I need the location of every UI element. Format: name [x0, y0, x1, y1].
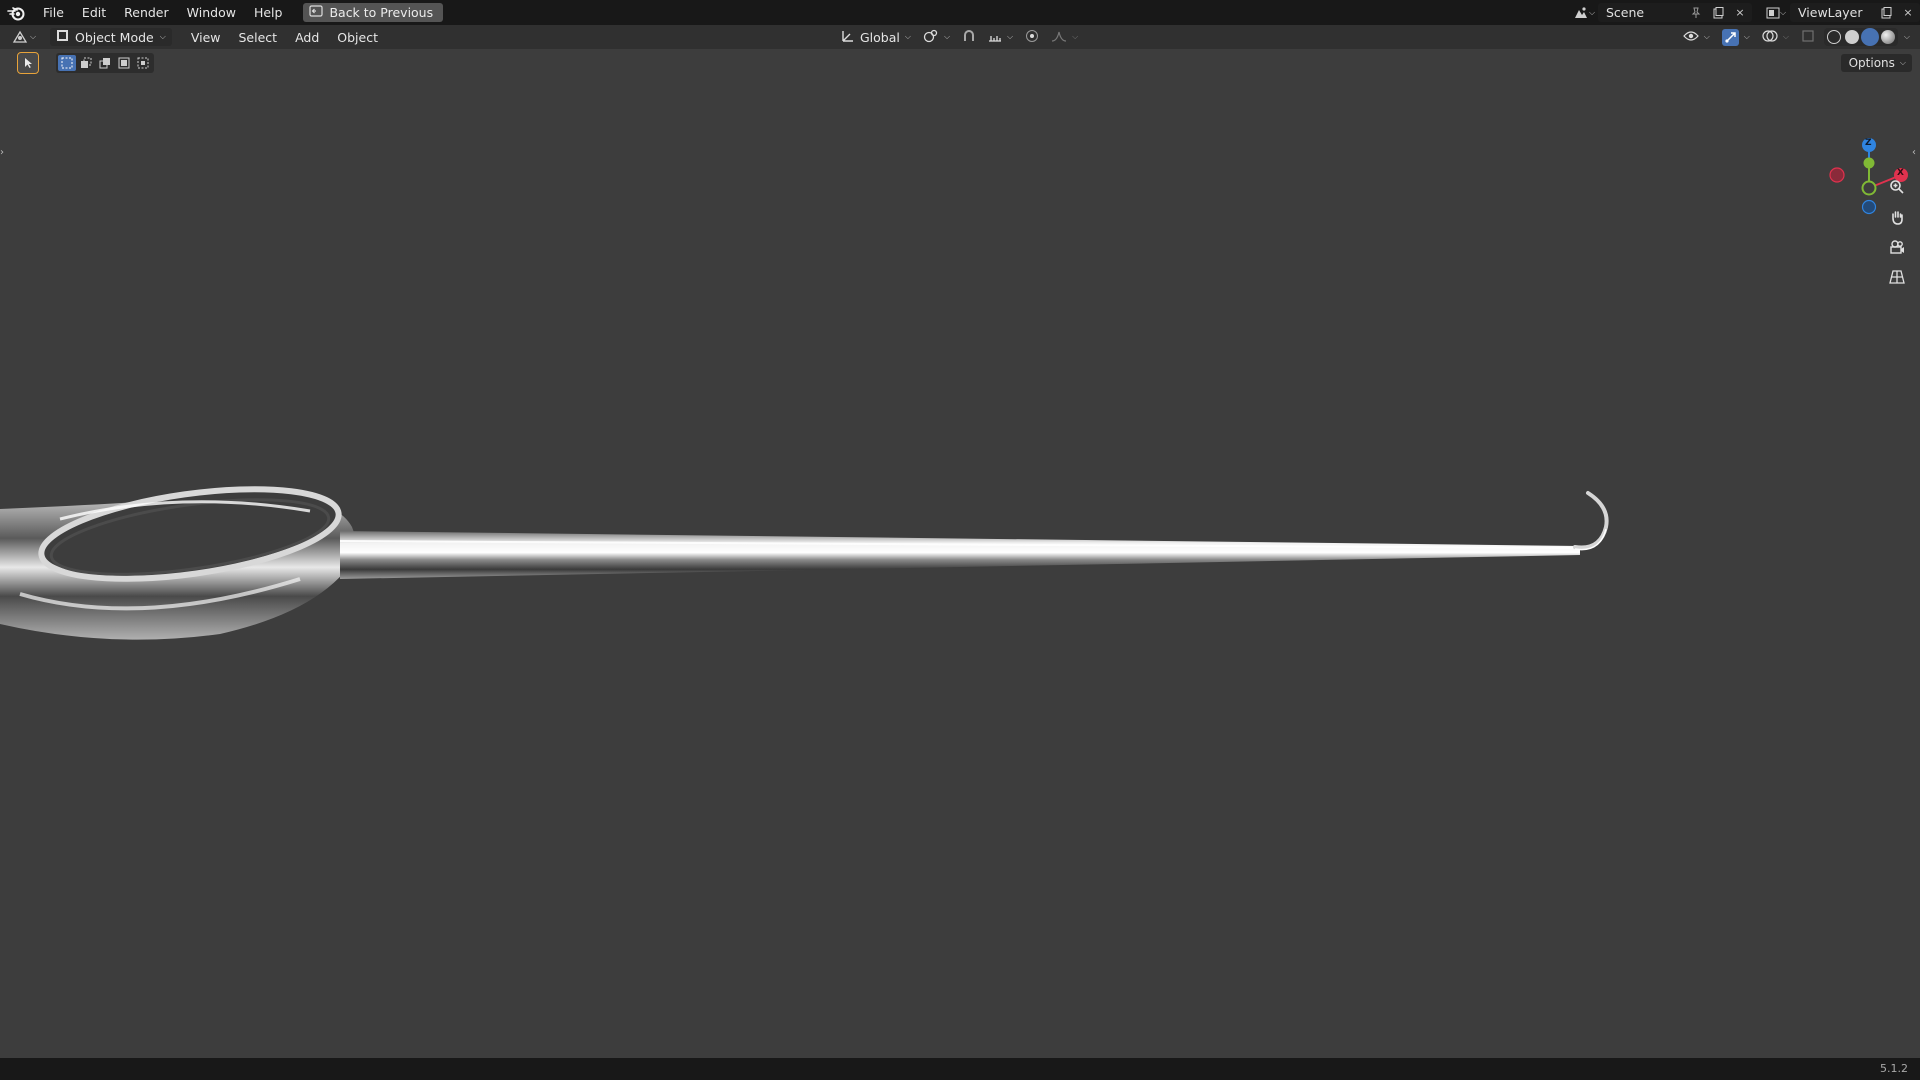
chevron-down-icon: ⌵ — [1007, 32, 1014, 41]
sidebar-expand-icon[interactable]: ‹ — [1912, 147, 1920, 161]
proportional-falloff-dropdown[interactable]: ⌵ — [1048, 28, 1081, 46]
gizmo-z-label: Z — [1865, 138, 1872, 148]
header-menu-add[interactable]: Add — [286, 30, 328, 45]
header-menu-object[interactable]: Object — [328, 30, 387, 45]
viewport-header: ⌵ Object Mode ⌵ View Select Add Object G… — [0, 25, 1920, 49]
version-label: 5.1.2 — [1880, 1062, 1908, 1075]
menu-edit[interactable]: Edit — [73, 0, 115, 25]
object-mode-dropdown[interactable]: Object Mode ⌵ — [50, 28, 172, 46]
grid-perspective-icon[interactable] — [1884, 264, 1910, 290]
solid-shading-icon[interactable] — [1844, 30, 1859, 44]
top-right-selectors: ⌵ Scene × ⌵ ViewLayer × — [1570, 0, 1920, 25]
overlays-icon — [1762, 29, 1778, 46]
proportional-editing-icon — [1025, 29, 1039, 46]
rendered-shading-icon[interactable] — [1880, 30, 1895, 44]
chevron-down-icon: ⌵ — [1703, 32, 1710, 41]
chevron-down-icon: ⌵ — [159, 32, 166, 41]
pivot-icon — [923, 29, 939, 46]
select-extend-icon[interactable] — [77, 55, 95, 71]
options-label: Options — [1848, 56, 1895, 70]
new-view-layer-icon[interactable] — [1878, 5, 1894, 21]
editor-type-icon[interactable]: ⌵ — [12, 30, 42, 44]
material-preview-shading-icon[interactable] — [1862, 30, 1877, 44]
xray-icon — [1801, 29, 1815, 46]
select-invert-icon[interactable] — [115, 55, 133, 71]
menu-file[interactable]: File — [34, 0, 73, 25]
pan-hand-icon[interactable] — [1884, 204, 1910, 230]
new-scene-icon[interactable] — [1710, 5, 1726, 21]
blender-logo-icon[interactable] — [6, 3, 26, 23]
selection-mode-group — [56, 53, 154, 73]
overlays-toggle[interactable]: ⌵ — [1759, 28, 1792, 46]
snap-target-dropdown[interactable]: ⌵ — [985, 28, 1016, 46]
back-to-previous-button[interactable]: Back to Previous — [303, 3, 444, 22]
transform-orientation-label: Global — [860, 29, 900, 45]
status-bar: 5.1.2 — [0, 1058, 1920, 1080]
chevron-down-icon: ⌵ — [1899, 58, 1906, 67]
chevron-down-icon: ⌵ — [1782, 32, 1789, 41]
zoom-icon[interactable] — [1884, 174, 1910, 200]
xray-toggle[interactable] — [1798, 28, 1818, 46]
header-menu-select[interactable]: Select — [230, 30, 287, 45]
3d-viewport[interactable]: › ‹ Z X — [0, 49, 1920, 1058]
object-mode-icon — [56, 29, 69, 45]
object-mode-label: Object Mode — [75, 29, 154, 45]
view-layer-name: ViewLayer — [1798, 5, 1863, 20]
visibility-dropdown[interactable]: ⌵ — [1680, 28, 1713, 46]
shading-options-chevron-icon[interactable]: ⌵ — [1904, 32, 1910, 42]
header-menu-view[interactable]: View — [182, 30, 230, 45]
transform-orientation-dropdown[interactable]: Global ⌵ — [838, 28, 914, 46]
select-subtract-icon[interactable] — [96, 55, 114, 71]
snap-toggle[interactable] — [959, 28, 979, 46]
delete-view-layer-icon[interactable]: × — [1900, 5, 1916, 21]
chevron-down-icon: ⌵ — [904, 32, 911, 41]
proportional-editing-toggle[interactable] — [1022, 28, 1042, 46]
chevron-down-icon: ⌵ — [1072, 32, 1079, 41]
scene-selector-icon[interactable]: ⌵ — [1570, 5, 1598, 21]
falloff-curve-icon — [1051, 29, 1067, 46]
eye-icon — [1682, 30, 1699, 45]
delete-scene-icon[interactable]: × — [1732, 5, 1748, 21]
back-icon — [309, 5, 324, 20]
chevron-down-icon: ⌵ — [1743, 32, 1750, 41]
transform-tools: Global ⌵ ⌵ ⌵ ⌵ — [838, 25, 1081, 49]
menu-help[interactable]: Help — [245, 0, 292, 25]
options-dropdown[interactable]: Options ⌵ — [1840, 54, 1912, 72]
back-to-previous-label: Back to Previous — [329, 5, 434, 20]
select-tool-icon[interactable] — [17, 52, 39, 74]
gizmo-toggle[interactable]: ⌵ — [1719, 28, 1753, 46]
gizmo-icon — [1721, 28, 1739, 46]
top-menu-bar: File Edit Render Window Help Back to Pre… — [0, 0, 1920, 25]
view-layer-field[interactable]: ViewLayer × — [1790, 3, 1920, 22]
viewport-canvas — [0, 474, 1609, 640]
select-intersect-icon[interactable] — [134, 55, 152, 71]
scene-name: Scene — [1606, 5, 1645, 20]
tool-settings-row — [17, 52, 154, 74]
snap-increment-icon — [988, 29, 1002, 46]
menu-window[interactable]: Window — [178, 0, 245, 25]
snap-icon — [962, 29, 976, 46]
select-new-icon[interactable] — [58, 55, 76, 71]
pin-icon[interactable] — [1688, 5, 1704, 21]
scene-field[interactable]: Scene × — [1598, 3, 1752, 22]
wireframe-shading-icon[interactable] — [1826, 30, 1841, 44]
transform-orientation-icon — [841, 29, 855, 46]
view-layer-selector-icon[interactable]: ⌵ — [1762, 5, 1790, 21]
surgical-hook-model[interactable] — [0, 474, 1609, 640]
menu-render[interactable]: Render — [115, 0, 178, 25]
camera-view-icon[interactable] — [1884, 234, 1910, 260]
chevron-down-icon: ⌵ — [943, 32, 951, 41]
viewport-display-tools: ⌵ ⌵ ⌵ ⌵ — [1680, 25, 1910, 49]
toolbar-expand-icon[interactable]: › — [0, 147, 8, 161]
pivot-point-dropdown[interactable]: ⌵ — [920, 28, 953, 46]
shading-mode-group — [1823, 28, 1898, 46]
